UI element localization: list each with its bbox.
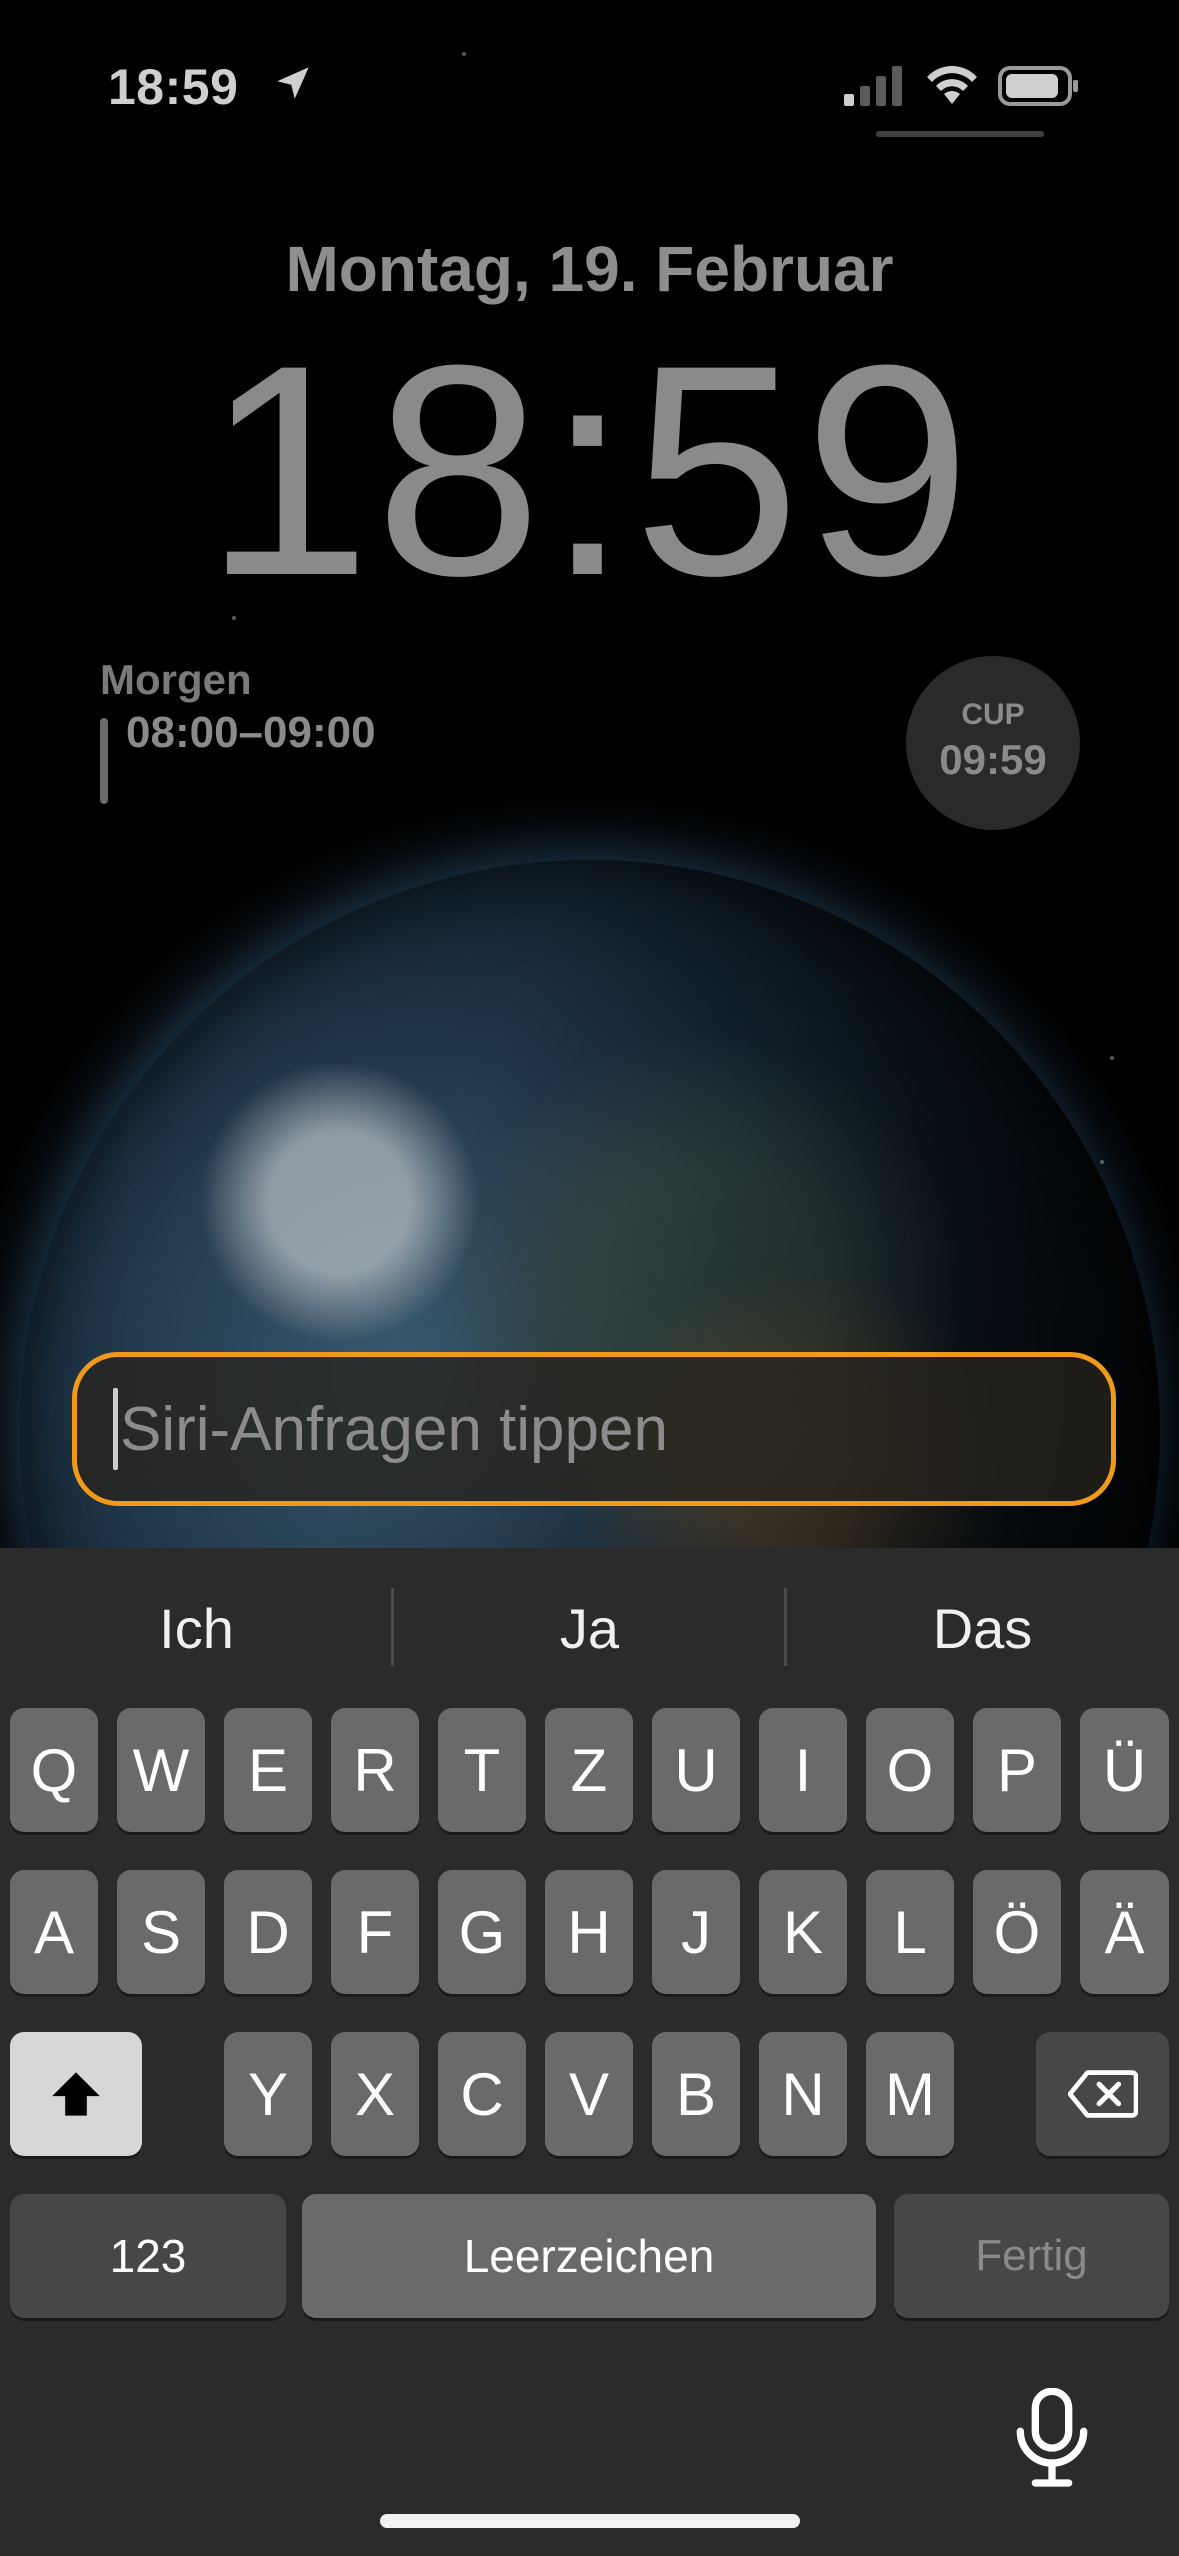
star <box>462 52 466 56</box>
key-label: L <box>893 1898 927 1966</box>
key-r[interactable]: R <box>331 1708 419 1832</box>
calendar-widget-title: Morgen <box>100 656 252 703</box>
key-s[interactable]: S <box>117 1870 205 1994</box>
cellular-signal-icon <box>844 66 902 106</box>
key-label: P <box>996 1736 1038 1804</box>
wifi-icon <box>927 66 977 104</box>
suggestion-1[interactable]: Ich <box>0 1596 393 1661</box>
key-label: Y <box>247 2060 289 2128</box>
key-i[interactable]: I <box>759 1708 847 1832</box>
microphone-icon[interactable] <box>1012 2388 1092 2488</box>
key-label: Ä <box>1104 1898 1145 1966</box>
key-label: I <box>794 1736 812 1804</box>
key-w[interactable]: W <box>117 1708 205 1832</box>
delete-icon <box>1067 2070 1138 2118</box>
key-o[interactable]: O <box>866 1708 954 1832</box>
key-v[interactable]: V <box>545 2032 633 2156</box>
key-c[interactable]: C <box>438 2032 526 2156</box>
key-m[interactable]: M <box>866 2032 954 2156</box>
key-x[interactable]: X <box>331 2032 419 2156</box>
calendar-event-bar <box>100 718 108 804</box>
done-key[interactable]: Fertig <box>894 2194 1169 2318</box>
key-label: N <box>781 2060 825 2128</box>
key-label: C <box>460 2060 504 2128</box>
key-label: K <box>782 1898 824 1966</box>
home-indicator[interactable] <box>380 2514 800 2528</box>
key-t[interactable]: T <box>438 1708 526 1832</box>
key-label: U <box>674 1736 718 1804</box>
key-d[interactable]: D <box>224 1870 312 1994</box>
key-label: X <box>354 2060 396 2128</box>
space-key[interactable]: Leerzeichen <box>302 2194 876 2318</box>
battery-icon <box>998 66 1078 106</box>
key-label: B <box>675 2060 717 2128</box>
cup-timezone-widget[interactable]: CUP 09:59 <box>906 656 1080 830</box>
key-label: Z <box>570 1736 608 1804</box>
key-label: F <box>356 1898 394 1966</box>
key-k[interactable]: K <box>759 1870 847 1994</box>
key-n[interactable]: N <box>759 2032 847 2156</box>
key-l[interactable]: L <box>866 1870 954 1994</box>
key-g[interactable]: G <box>438 1870 526 1994</box>
key-ae[interactable]: Ä <box>1080 1870 1169 1994</box>
text-caret <box>113 1388 118 1470</box>
key-u[interactable]: U <box>652 1708 740 1832</box>
key-label: T <box>463 1736 501 1804</box>
key-label: Leerzeichen <box>463 2230 715 2282</box>
key-label: O <box>886 1736 934 1804</box>
star <box>1100 1160 1104 1164</box>
key-h[interactable]: H <box>545 1870 633 1994</box>
delete-key[interactable] <box>1036 2032 1169 2156</box>
status-time: 18:59 <box>108 59 239 115</box>
key-label: R <box>353 1736 397 1804</box>
location-arrow-icon <box>277 67 309 99</box>
key-b[interactable]: B <box>652 2032 740 2156</box>
key-label: W <box>132 1736 190 1804</box>
key-label: 123 <box>109 2230 187 2282</box>
key-label: A <box>33 1898 75 1966</box>
key-label: Ö <box>993 1898 1041 1966</box>
keyboard: Ich Ja Das Q W E R T Z U I O P Ü A S D F… <box>0 1548 1179 2556</box>
lock-date: Montag, 19. Februar <box>285 233 894 305</box>
key-f[interactable]: F <box>331 1870 419 1994</box>
suggestion-bar: Ich Ja Das <box>0 1548 1179 1700</box>
key-y[interactable]: Y <box>224 2032 312 2156</box>
shift-icon <box>52 2072 100 2116</box>
key-label: Fertig <box>975 2231 1088 2280</box>
suggestion-2[interactable]: Ja <box>393 1596 786 1661</box>
lock-clock: 18:59 <box>204 302 975 638</box>
key-label: G <box>458 1898 506 1966</box>
lock-screen: 18:59 Montag, 19. Februar 18:59 Morgen 0… <box>0 0 1179 2556</box>
siri-text-input[interactable]: Siri-Anfragen tippen <box>72 1352 1116 1506</box>
shift-key[interactable] <box>10 2032 142 2156</box>
key-oe[interactable]: Ö <box>973 1870 1061 1994</box>
status-indicator-bar <box>876 131 1044 137</box>
numbers-key[interactable]: 123 <box>10 2194 286 2318</box>
key-label: H <box>567 1898 611 1966</box>
suggestion-3[interactable]: Das <box>786 1596 1179 1661</box>
key-q[interactable]: Q <box>10 1708 98 1832</box>
key-label: S <box>140 1898 182 1966</box>
key-label: V <box>568 2060 610 2128</box>
key-label: D <box>246 1898 290 1966</box>
key-label: Q <box>30 1736 78 1804</box>
calendar-event-time: 08:00–09:00 <box>126 708 376 757</box>
siri-input-placeholder: Siri-Anfragen tippen <box>120 1394 668 1464</box>
key-label: Ü <box>1102 1736 1147 1804</box>
cup-widget-label: CUP <box>961 698 1025 731</box>
key-j[interactable]: J <box>652 1870 740 1994</box>
key-label: M <box>885 2060 935 2128</box>
star <box>1110 1056 1114 1060</box>
key-e[interactable]: E <box>224 1708 312 1832</box>
key-ue[interactable]: Ü <box>1080 1708 1169 1832</box>
key-z[interactable]: Z <box>545 1708 633 1832</box>
key-p[interactable]: P <box>973 1708 1061 1832</box>
key-label: E <box>247 1736 289 1804</box>
key-label: J <box>681 1898 711 1966</box>
key-a[interactable]: A <box>10 1870 98 1994</box>
cup-widget-time: 09:59 <box>939 736 1047 783</box>
